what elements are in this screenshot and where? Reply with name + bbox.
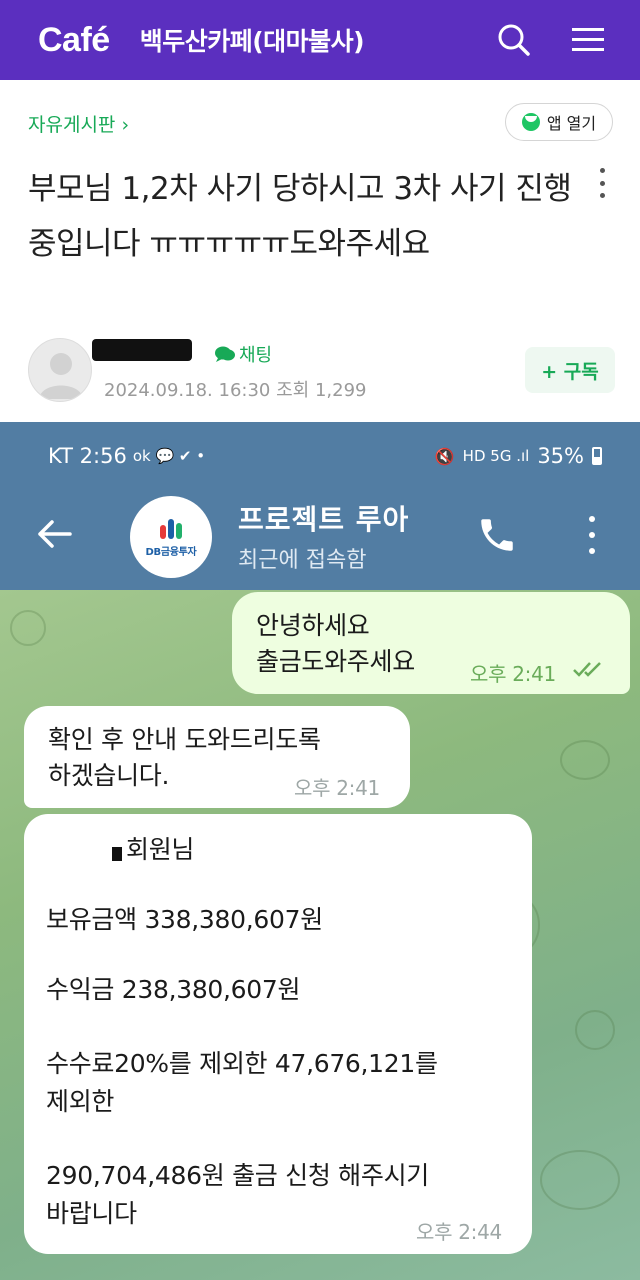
chat-bubble-icon: [215, 346, 235, 362]
phone-icon[interactable]: [476, 514, 518, 556]
open-app-button[interactable]: 앱 열기: [505, 103, 613, 141]
message-line: 보유금액 338,380,607원: [46, 905, 323, 934]
cafe-logo[interactable]: Café: [38, 21, 110, 60]
message-line: 수익금 238,380,607원: [46, 975, 301, 1004]
redacted-mark: [112, 847, 122, 861]
post-meta: 2024.09.18. 16:30 조회 1,299: [104, 380, 367, 401]
message-time: 오후 2:41: [470, 662, 556, 686]
chat-link[interactable]: 채팅: [214, 341, 272, 367]
read-checks-icon: [573, 662, 601, 677]
message-line: 안녕하세요: [256, 611, 370, 640]
message-line: 회원님: [126, 835, 195, 864]
avatar[interactable]: [28, 338, 92, 402]
message-line: 수수료20%를 제외한 47,676,121를: [46, 1049, 438, 1078]
notification-icons: ok 💬 ✔ •: [132, 447, 206, 465]
cafe-name[interactable]: 백두산카페(대마불사): [140, 22, 365, 58]
message-time: 오후 2:44: [416, 1220, 502, 1244]
message-outgoing[interactable]: 안녕하세요 출금도와주세요 오후 2:41: [232, 592, 630, 694]
mute-icon: 🔇: [434, 446, 455, 466]
redacted-author: [92, 339, 192, 361]
message-incoming[interactable]: 회원님 보유금액 338,380,607원 수익금 238,380,607원 수…: [24, 814, 532, 1254]
post-title: 부모님 1,2차 사기 당하시고 3차 사기 진행중입니다 ㅠㅠㅠㅠㅠ도와주세요: [28, 171, 572, 262]
db-logo-icon: [156, 517, 186, 541]
contact-name[interactable]: 프로젝트 루아: [238, 498, 409, 538]
message-line: 제외한: [46, 1087, 115, 1116]
signal-icon: HD 5G .ıl: [462, 447, 530, 465]
cafe-header: Café 백두산카페(대마불사): [0, 0, 640, 80]
message-time: 오후 2:41: [294, 776, 380, 800]
message-incoming[interactable]: 확인 후 안내 도와드리도록 하겠습니다. 오후 2:41: [24, 706, 410, 808]
message-line: 290,704,486원 출금 신청 해주시기: [46, 1161, 429, 1190]
board-link[interactable]: 자유게시판 ›: [28, 110, 129, 137]
avatar-text: DB금융투자: [145, 546, 197, 558]
contact-last-seen: 최근에 접속함: [238, 548, 367, 573]
subscribe-button[interactable]: + 구독: [525, 347, 615, 393]
battery-percent: 35%: [537, 444, 584, 468]
status-carrier-time: KT 2:56: [48, 444, 127, 468]
search-icon[interactable]: [492, 18, 536, 62]
status-bar: KT 2:56 ok 💬 ✔ • 🔇 HD 5G .ıl 35%: [0, 422, 640, 492]
chat-more-icon[interactable]: [584, 516, 600, 554]
chat-label: 채팅: [239, 345, 273, 366]
telegram-header: KT 2:56 ok 💬 ✔ • 🔇 HD 5G .ıl 35% DB금융투자 …: [0, 422, 640, 590]
open-app-label: 앱 열기: [546, 114, 597, 133]
contact-avatar[interactable]: DB금융투자: [130, 496, 212, 578]
back-arrow-icon[interactable]: [34, 514, 74, 554]
cafe-cup-icon: [521, 113, 540, 131]
menu-icon[interactable]: [566, 18, 610, 62]
message-line: 바랍니다: [46, 1199, 137, 1228]
more-options-icon[interactable]: [590, 168, 614, 198]
battery-icon: [592, 447, 602, 465]
message-line: 확인 후 안내 도와드리도록: [48, 725, 321, 754]
